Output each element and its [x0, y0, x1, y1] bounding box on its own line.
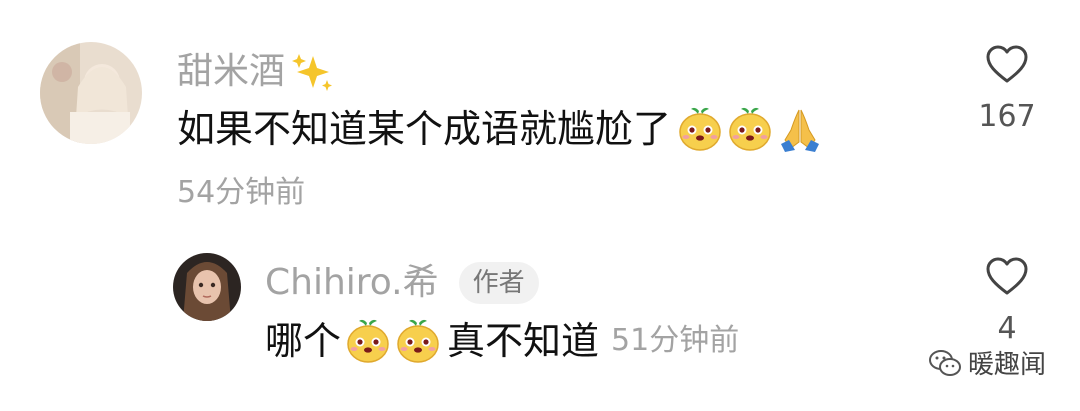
username-text[interactable]: Chihiro.希 [265, 265, 439, 301]
reply-text: 哪个 真不知道 51分钟前 [265, 318, 739, 364]
avatar[interactable] [173, 253, 241, 321]
heart-outline-icon[interactable] [967, 256, 1047, 300]
sparkles-icon [291, 50, 335, 94]
like-button[interactable]: 4 [967, 256, 1047, 356]
bear-face-emoji [345, 318, 391, 364]
comment-username[interactable]: 甜米酒 [177, 50, 335, 94]
reply-username[interactable]: Chihiro.希 作者 [265, 262, 539, 304]
watermark: 暖趣闻 [928, 344, 1046, 381]
like-button[interactable]: 167 [967, 44, 1047, 144]
watermark-label: 暖趣闻 [968, 350, 1047, 380]
bear-face-emoji [727, 106, 773, 152]
reply-timestamp: 51分钟前 [611, 323, 740, 358]
like-count: 167 [978, 99, 1036, 134]
author-badge: 作者 [458, 262, 539, 304]
bear-face-emoji [677, 106, 723, 152]
avatar[interactable] [40, 42, 142, 144]
comment-timestamp: 54分钟前 [177, 175, 306, 210]
wechat-logo-icon [928, 348, 962, 378]
heart-outline-icon[interactable] [967, 44, 1047, 88]
username-text[interactable]: 甜米酒 [177, 54, 285, 90]
comment-text: 如果不知道某个成语就尴尬了 [177, 106, 825, 152]
reply-text-after: 真不知道 [447, 319, 600, 363]
like-count: 4 [997, 311, 1017, 346]
bear-face-emoji [395, 318, 441, 364]
comment-text-content: 如果不知道某个成语就尴尬了 [177, 107, 672, 151]
praying-hands-emoji [777, 106, 823, 152]
reply-text-before: 哪个 [265, 319, 342, 363]
